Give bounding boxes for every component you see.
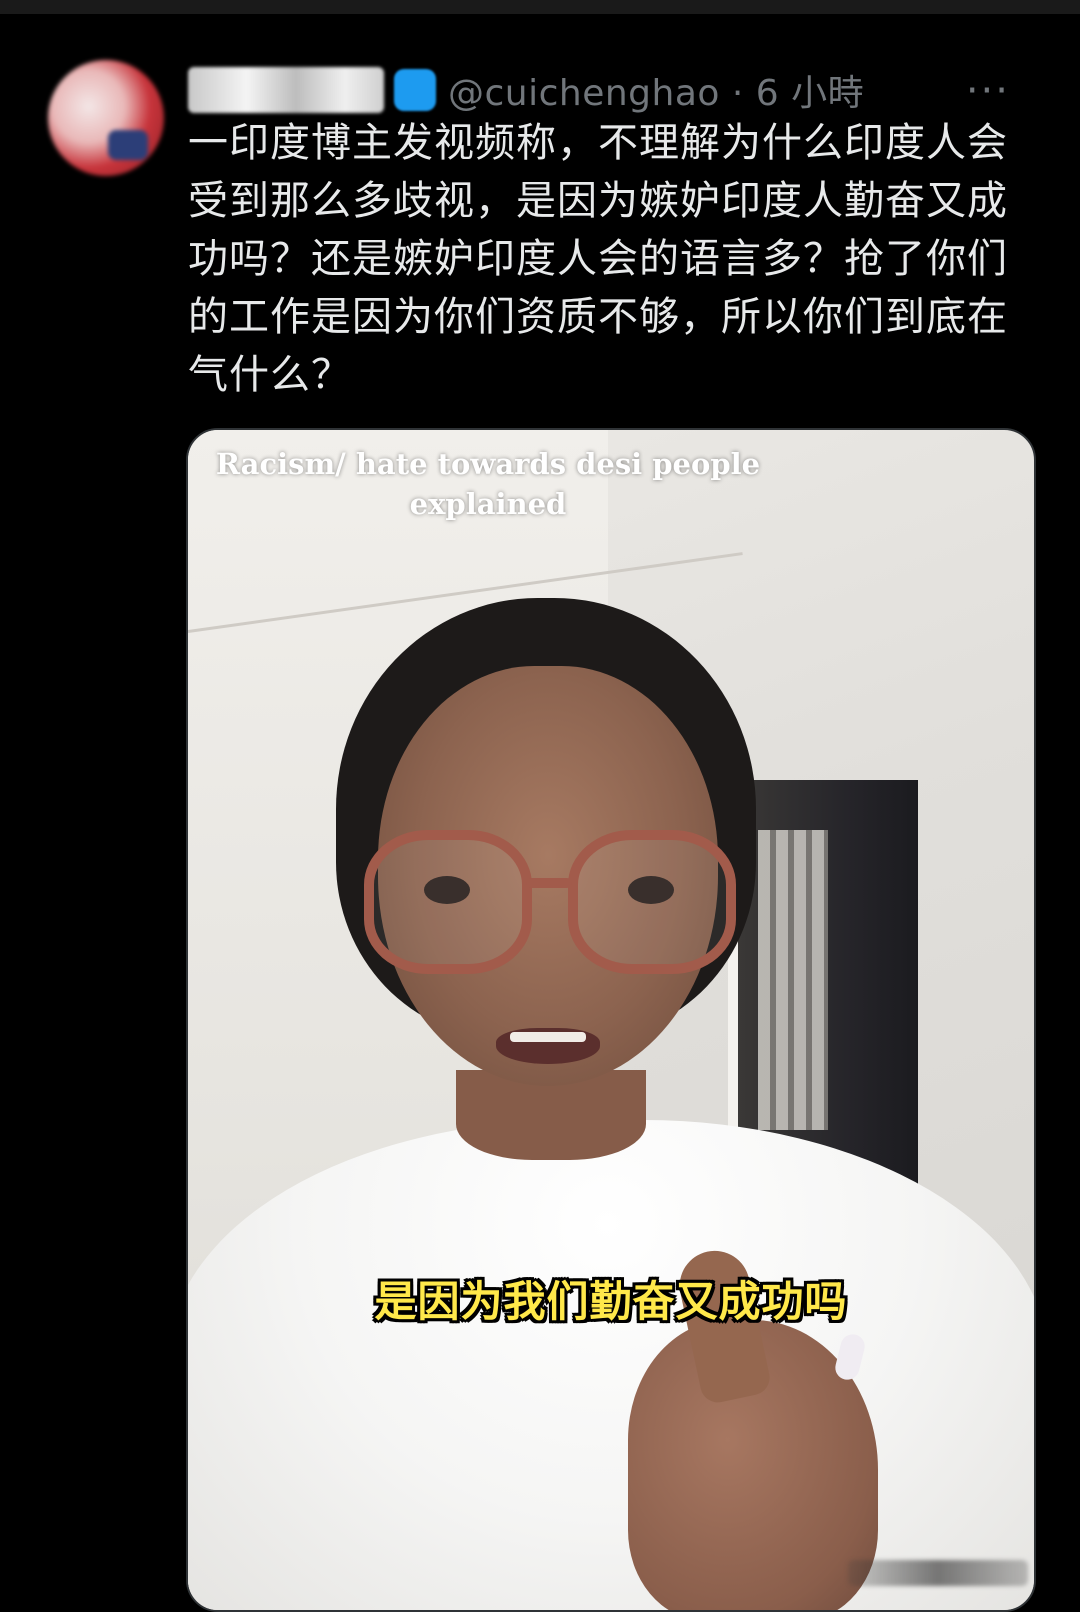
tweet-text-line: 一印度博主发视频称，不理解为什么印度人会: [188, 120, 1008, 166]
video-overlay-title: Racism/ hate towards desi people explain…: [188, 444, 788, 524]
tweet-text-line: 气什么？: [188, 352, 352, 398]
glasses-bridge: [526, 878, 572, 888]
video-subtitle: 是因为我们勤奋又成功吗: [374, 1277, 848, 1326]
person-teeth: [510, 1032, 586, 1042]
post-time: 6 小時: [755, 73, 865, 114]
glasses-right-lens: [568, 830, 736, 974]
watermark-blurred: [848, 1560, 1028, 1586]
avatar[interactable]: [48, 60, 164, 176]
glasses-left-lens: [364, 830, 532, 974]
verified-badge-icon: [394, 69, 436, 111]
status-strip: [0, 0, 1080, 14]
video-media[interactable]: Racism/ hate towards desi people explain…: [186, 428, 1036, 1612]
more-options-icon[interactable]: ···: [966, 68, 1010, 114]
video-title-line: Racism/ hate towards desi people: [215, 447, 761, 481]
display-name-blurred[interactable]: [188, 67, 384, 113]
video-title-line: explained: [409, 487, 567, 521]
tweet-text-line: 受到那么多歧视，是因为嫉妒印度人勤奋又成: [188, 178, 1008, 224]
tweet-text-line: 的工作是因为你们资质不够，所以你们到底在: [188, 294, 1008, 340]
separator-dot: ·: [731, 73, 756, 114]
tweet-header: @cuichenghao · 6 小時 ···: [188, 60, 1048, 120]
tweet-text: 一印度博主发视频称，不理解为什么印度人会 受到那么多歧视，是因为嫉妒印度人勤奋又…: [188, 114, 1028, 404]
tweet-text-line: 功吗？还是嫉妒印度人会的语言多？抢了你们: [188, 236, 1008, 282]
window-blinds: [758, 830, 828, 1130]
person-shirt: [188, 1120, 1034, 1610]
handle-and-time: @cuichenghao · 6 小時: [448, 64, 864, 116]
user-handle[interactable]: @cuichenghao: [448, 73, 720, 114]
tweet[interactable]: @cuichenghao · 6 小時 ··· 一印度博主发视频称，不理解为什么…: [0, 14, 1080, 1612]
